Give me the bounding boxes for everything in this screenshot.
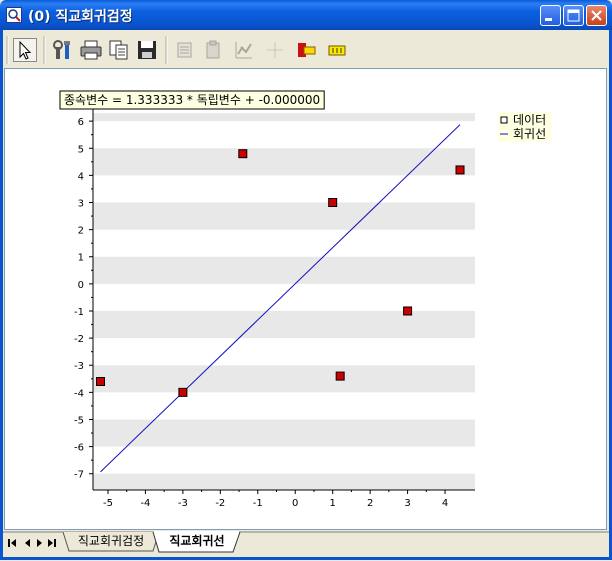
data-point xyxy=(335,371,345,381)
x-tick-label: -3 xyxy=(178,498,188,509)
data-point xyxy=(455,165,465,175)
y-tick-label: -7 xyxy=(74,470,84,481)
y-tick-label: -4 xyxy=(74,388,84,399)
y-tick-label: -1 xyxy=(74,307,84,318)
grid-band xyxy=(93,473,475,490)
data-point xyxy=(403,306,413,316)
data-point xyxy=(328,198,338,208)
grid-band xyxy=(93,256,475,284)
next-icon[interactable] xyxy=(37,539,42,547)
sheet-tab-bar: 직교회귀검정 직교회귀선 xyxy=(3,530,609,557)
scatter-chart[interactable]: 6 5 4 3 2 1 0 -1 -2 -3 -4 -5 -6 -7 -5 -4 -3 -2 -1 0 1 2 3 4 종속변수… xyxy=(5,69,606,529)
select-pointer-button[interactable] xyxy=(13,38,37,62)
x-tick-label: 1 xyxy=(329,498,335,509)
prev-icon[interactable] xyxy=(25,539,30,547)
crosshair-button[interactable] xyxy=(263,38,287,62)
y-tick-label: -5 xyxy=(74,415,84,426)
last-icon[interactable] xyxy=(48,539,56,547)
grid-band xyxy=(93,365,475,393)
floppy-icon xyxy=(138,41,156,59)
printer-icon xyxy=(80,40,102,60)
label-icon xyxy=(328,45,346,56)
close-button[interactable] xyxy=(586,5,607,26)
grid-band xyxy=(93,202,475,230)
y-tick-label: -2 xyxy=(74,334,84,345)
y-tick-label: 3 xyxy=(78,199,84,210)
close-icon xyxy=(591,10,602,21)
chart-panel: 6 5 4 3 2 1 0 -1 -2 -3 -4 -5 -6 -7 -5 -4 -3 -2 -1 0 1 2 3 4 종속변수… xyxy=(4,68,607,530)
data-icon xyxy=(177,42,192,58)
x-tick-label: -4 xyxy=(140,498,150,509)
maximize-icon xyxy=(567,9,580,22)
x-tick-label: -5 xyxy=(103,498,113,509)
y-tick-label: -6 xyxy=(74,443,84,454)
copy-button[interactable] xyxy=(107,38,131,62)
chart-format-icon xyxy=(235,42,252,59)
crosshair-icon xyxy=(267,42,283,58)
app-window: (0) 직교회귀검정 6 5 4 3 2 1 0 -1 -2 -3 -4 -5 … xyxy=(0,0,612,560)
y-tick-label: 4 xyxy=(78,171,84,182)
tab-label: 직교회귀선 xyxy=(169,533,224,548)
grid-band xyxy=(93,113,475,122)
x-tick-label: -1 xyxy=(253,498,263,509)
tab-orthogonal-regression-test[interactable]: 직교회귀검정 xyxy=(62,531,160,552)
y-tick-label: -3 xyxy=(74,361,84,372)
tab-orthogonal-regression-line[interactable]: 직교회귀선 xyxy=(152,531,241,553)
chart-format-button[interactable] xyxy=(232,38,256,62)
legend-icon xyxy=(298,43,316,57)
grid-band xyxy=(93,310,475,339)
data-point xyxy=(95,377,105,387)
first-icon[interactable] xyxy=(8,539,16,547)
x-tick-label: 0 xyxy=(292,498,298,509)
title-bar[interactable]: (0) 직교회귀검정 xyxy=(0,0,612,30)
properties-button[interactable] xyxy=(51,38,75,62)
toolbar xyxy=(3,30,609,68)
y-tick-label: 2 xyxy=(78,226,84,237)
data-point xyxy=(178,387,188,397)
sheet-tabs: 직교회귀검정 직교회귀선 xyxy=(3,531,609,553)
minimize-button[interactable] xyxy=(540,5,561,26)
data-point xyxy=(238,149,248,159)
regression-equation-label: 종속변수 = 1.333333 * 독립변수 + -0.000000 xyxy=(64,93,320,107)
x-tick-label: 4 xyxy=(442,498,448,509)
legend-button[interactable] xyxy=(295,38,319,62)
paste-button[interactable] xyxy=(201,38,225,62)
pointer-icon xyxy=(19,40,32,60)
tab-label: 직교회귀검정 xyxy=(78,534,144,548)
y-tick-label: 5 xyxy=(78,144,84,155)
data-edit-button[interactable] xyxy=(173,38,197,62)
legend-label-data: 데이터 xyxy=(513,113,546,127)
paste-icon xyxy=(206,40,220,59)
copy-icon xyxy=(109,40,128,60)
x-tick-label: 2 xyxy=(367,498,373,509)
save-button[interactable] xyxy=(135,38,159,62)
tools-icon xyxy=(53,40,70,59)
label-button[interactable] xyxy=(325,38,349,62)
x-tick-label: -2 xyxy=(215,498,225,509)
legend-marker-data xyxy=(500,116,508,124)
minimize-icon xyxy=(545,18,552,21)
maximize-button[interactable] xyxy=(563,5,584,26)
y-tick-label: 1 xyxy=(78,253,84,264)
print-button[interactable] xyxy=(79,38,103,62)
grid-band xyxy=(93,148,475,176)
y-tick-label: 6 xyxy=(78,117,84,128)
window-title: (0) 직교회귀검정 xyxy=(28,9,133,25)
legend-label-line: 회귀선 xyxy=(513,127,546,141)
x-tick-label: 3 xyxy=(404,498,410,509)
app-icon xyxy=(6,7,22,23)
y-tick-label: 0 xyxy=(78,280,84,291)
